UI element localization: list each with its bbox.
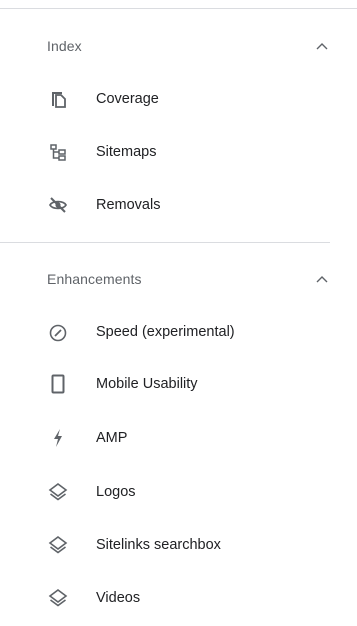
sitemap-icon — [48, 142, 68, 162]
section-title: Enhancements — [47, 271, 142, 287]
sidebar-item-logos[interactable]: Logos — [0, 472, 357, 512]
section-divider — [0, 242, 330, 243]
layers-icon — [48, 535, 68, 555]
sidebar-item-label: Logos — [96, 484, 136, 500]
sidebar-item-mobile-usability[interactable]: Mobile Usability — [0, 364, 357, 404]
top-divider — [0, 8, 357, 9]
mobile-phone-icon — [48, 374, 68, 394]
amp-bolt-icon — [48, 428, 68, 448]
visibility-off-icon — [48, 195, 68, 215]
sidebar-item-label: Mobile Usability — [96, 376, 198, 392]
sidebar-item-label: Sitemaps — [96, 144, 157, 160]
coverage-icon — [48, 89, 68, 109]
section-header-index[interactable]: Index — [0, 28, 357, 64]
sidebar-item-amp[interactable]: AMP — [0, 418, 357, 458]
section-header-enhancements[interactable]: Enhancements — [0, 261, 357, 297]
sidebar-nav-panel: Index Coverage Sitemaps Removals Enhance… — [0, 0, 357, 626]
sidebar-item-removals[interactable]: Removals — [0, 185, 357, 225]
chevron-up-icon[interactable] — [315, 272, 329, 286]
sidebar-item-label: AMP — [96, 430, 128, 446]
sidebar-item-label: Videos — [96, 590, 141, 606]
layers-icon — [48, 588, 68, 608]
sidebar-item-sitemaps[interactable]: Sitemaps — [0, 132, 357, 172]
sidebar-item-label: Coverage — [96, 91, 159, 107]
section-title: Index — [47, 38, 82, 54]
sidebar-item-videos[interactable]: Videos — [0, 578, 357, 618]
chevron-up-icon[interactable] — [315, 39, 329, 53]
sidebar-item-coverage[interactable]: Coverage — [0, 79, 357, 119]
sidebar-item-label: Speed (experimental) — [96, 324, 235, 340]
layers-icon — [48, 482, 68, 502]
sidebar-item-label: Removals — [96, 197, 161, 213]
sidebar-item-label: Sitelinks searchbox — [96, 537, 221, 553]
sidebar-item-sitelinks-searchbox[interactable]: Sitelinks searchbox — [0, 525, 357, 565]
speed-gauge-icon — [48, 322, 68, 342]
sidebar-item-speed[interactable]: Speed (experimental) — [0, 312, 357, 352]
